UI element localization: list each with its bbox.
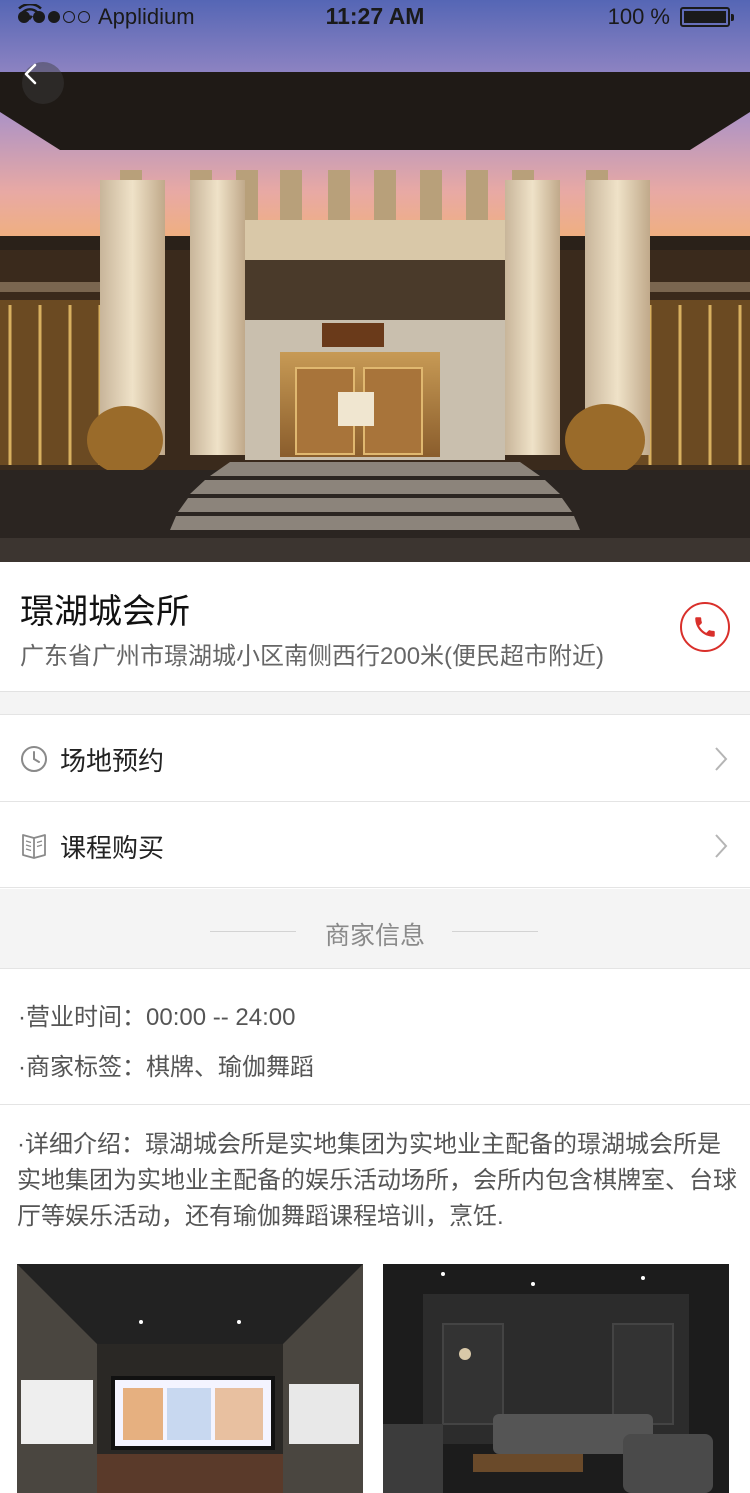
call-button[interactable] — [680, 602, 730, 652]
business-hours-label: ·营业时间： — [18, 1004, 146, 1031]
description-label: ·详细介绍： — [17, 1131, 145, 1158]
section-spacer — [0, 692, 750, 714]
hero-image: Applidium 11:27 AM 100 % — [0, 0, 750, 562]
menu-item-label: 场地预约 — [60, 746, 165, 776]
status-bar: Applidium 11:27 AM 100 % — [0, 0, 750, 34]
business-hours: ·营业时间：00:00 -- 24:00 — [18, 997, 295, 1032]
venue-info: 璟湖城会所 广东省广州市璟湖城小区南侧西行200米(便民超市附近) — [0, 562, 750, 692]
menu-item-venue-booking[interactable]: 场地预约 — [0, 714, 750, 801]
venue-photo[interactable] — [17, 1264, 363, 1493]
lounge-room-photo — [383, 1264, 729, 1493]
venue-address: 广东省广州市璟湖城小区南侧西行200米(便民超市附近) — [20, 643, 605, 670]
business-hours-value: 00:00 -- 24:00 — [146, 1004, 296, 1031]
merchant-tags-value: 棋牌、瑜伽舞蹈 — [146, 1054, 314, 1081]
menu-item-label: 课程购买 — [60, 833, 165, 863]
venue-name: 璟湖城会所 — [20, 593, 190, 631]
merchant-tags-label: ·商家标签： — [18, 1054, 146, 1081]
merchant-info-header: 商家信息 — [0, 889, 750, 969]
battery-icon — [680, 7, 734, 27]
battery-percent: 100 % — [607, 4, 670, 29]
back-button[interactable] — [22, 62, 64, 104]
clock-icon — [21, 746, 47, 772]
menu-item-course-purchase[interactable]: 课程购买 — [0, 801, 750, 888]
clubhouse-facade-illustration — [0, 0, 750, 562]
book-icon — [22, 834, 46, 859]
cinema-room-photo — [17, 1264, 363, 1493]
battery-status: 100 % — [607, 4, 734, 30]
section-title: 商家信息 — [324, 922, 425, 950]
chevron-right-icon — [715, 747, 728, 771]
venue-photo[interactable] — [383, 1264, 729, 1493]
phone-icon — [695, 617, 715, 637]
chevron-right-icon — [715, 834, 728, 858]
merchant-details: ·营业时间：00:00 -- 24:00 ·商家标签：棋牌、瑜伽舞蹈 — [0, 970, 750, 1105]
venue-description: ·详细介绍：璟湖城会所是实地集团为实地业主配备的璟湖城会所是实地集团为实地业主配… — [17, 1127, 737, 1235]
divider-line — [452, 931, 538, 932]
chevron-left-icon — [24, 63, 37, 85]
merchant-tags: ·商家标签：棋牌、瑜伽舞蹈 — [18, 1047, 314, 1082]
